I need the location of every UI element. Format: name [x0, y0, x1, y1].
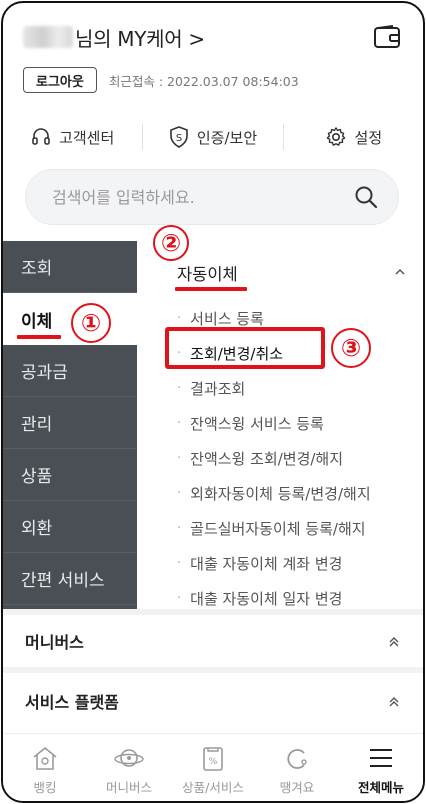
tab-banking[interactable]: 뱅킹 — [3, 734, 87, 801]
accordion-label: 머니버스 — [25, 633, 84, 652]
tab-label: 전체메뉴 — [357, 780, 404, 795]
bullet: · — [177, 416, 182, 431]
sidenav-item-management[interactable]: 관리 — [3, 397, 137, 449]
menu-icon — [370, 749, 392, 767]
tab-label: 머니버스 — [105, 780, 152, 795]
annotation-highlight-box — [165, 327, 325, 369]
submenu-item[interactable]: · 골드실버자동이체 등록/해지 — [177, 511, 423, 546]
blurred-user-name — [23, 26, 73, 48]
svg-text:S: S — [176, 133, 182, 144]
submenu-item-label: 결과조회 — [190, 380, 246, 398]
bullet: · — [177, 486, 182, 501]
security-label: 인증/보안 — [196, 128, 258, 147]
tab-delivery[interactable]: 땡겨요 — [255, 734, 339, 801]
chevron-up-icon[interactable] — [393, 265, 407, 279]
search-bar — [25, 169, 399, 225]
submenu-item-label: 외화자동이체 등록/변경/해지 — [190, 485, 371, 503]
sidenav-label: 외환 — [21, 519, 53, 539]
phone-frame: 님의 MY케어 > 로그아웃 최근접속 : 2022.03.07 08:54:0… — [1, 1, 425, 803]
submenu-item-label: 잔액스윙 조회/변경/해지 — [190, 450, 344, 468]
bullet: · — [177, 556, 182, 571]
search-icon[interactable] — [354, 185, 378, 209]
sidenav-label: 이체 — [21, 311, 53, 332]
headset-icon — [32, 128, 50, 145]
accordion-label: 서비스 플랫폼 — [25, 693, 119, 712]
double-chevron-up-icon — [389, 637, 399, 647]
quick-links: 고객센터 S 인증/보안 설정 — [3, 117, 423, 157]
wallet-icon[interactable] — [373, 25, 401, 49]
bullet: · — [177, 521, 182, 536]
annotation-step-3: ③ — [331, 328, 371, 368]
product-icon: % — [203, 747, 223, 771]
annotation-underline-transfer — [17, 335, 61, 339]
submenu-item-label: 대출 자동이체 일자 변경 — [190, 590, 343, 608]
accordion-service-platform[interactable]: 서비스 플랫폼 — [3, 675, 423, 727]
annotation-step-2: ② — [153, 225, 189, 261]
submenu-heading[interactable]: 자동이체 — [177, 261, 238, 285]
header: 님의 MY케어 > 로그아웃 최근접속 : 2022.03.07 08:54:0… — [3, 3, 423, 241]
submenu-item-label: 골드실버자동이체 등록/해지 — [190, 520, 366, 538]
customer-center-link[interactable]: 고객센터 — [3, 127, 142, 148]
sidenav-item-easy-service[interactable]: 간편 서비스 — [3, 553, 137, 605]
login-row: 로그아웃 최근접속 : 2022.03.07 08:54:03 — [23, 67, 299, 93]
my-care-title: 님의 MY케어 > — [75, 26, 205, 51]
sidenav-item-products[interactable]: 상품 — [3, 449, 137, 501]
sidenav-label: 상품 — [21, 467, 53, 487]
submenu-panel: 자동이체 · 서비스 등록 · 조회/변경/취소 · 결과조회 · 잔액스윙 서비스 등… — [137, 241, 423, 609]
submenu-item[interactable]: · 외화자동이체 등록/변경/해지 — [177, 476, 423, 511]
gear-icon — [326, 127, 345, 146]
security-link[interactable]: S 인증/보안 — [143, 126, 282, 148]
submenu-item[interactable]: · 잔액스윙 조회/변경/해지 — [177, 441, 423, 476]
annotation-step-1: ① — [71, 303, 111, 343]
sidenav-item-foreign-exchange[interactable]: 외환 — [3, 501, 137, 553]
tab-moneyverse[interactable]: 머니버스 — [87, 734, 171, 801]
tab-products[interactable]: % 상품/서비스 — [171, 734, 255, 801]
double-chevron-up-icon — [389, 697, 399, 707]
sidenav-label: 공과금 — [21, 363, 68, 383]
logout-button[interactable]: 로그아웃 — [23, 67, 97, 93]
submenu-item[interactable]: · 대출 자동이체 계좌 변경 — [177, 546, 423, 581]
accordion-moneyverse[interactable]: 머니버스 — [3, 615, 423, 667]
submenu-item[interactable]: · 잔액스윙 서비스 등록 — [177, 406, 423, 441]
annotation-underline-auto-transfer — [175, 287, 247, 291]
sidenav-label: 관리 — [21, 415, 53, 435]
tab-label: 뱅킹 — [33, 780, 57, 795]
settings-label: 설정 — [354, 128, 383, 147]
sidenav-item-utility-bills[interactable]: 공과금 — [3, 345, 137, 397]
my-care-link[interactable]: 님의 MY케어 > — [23, 21, 205, 53]
last-login-time: 최근접속 : 2022.03.07 08:54:03 — [108, 73, 299, 89]
bullet: · — [177, 381, 182, 396]
customer-center-label: 고객센터 — [59, 128, 115, 147]
shield-icon: S — [170, 126, 188, 148]
home-icon — [33, 746, 57, 770]
submenu-item[interactable]: · 결과조회 — [177, 371, 423, 406]
tab-all-menu[interactable]: 전체메뉴 — [339, 734, 423, 801]
bullet: · — [177, 591, 182, 606]
tab-label: 땡겨요 — [279, 780, 315, 795]
side-nav: 조회 이체 공과금 관리 상품 외환 간편 서비스 — [3, 241, 137, 609]
planet-icon — [114, 749, 144, 767]
svg-text:%: % — [209, 757, 218, 767]
delivery-icon — [287, 749, 307, 769]
sidenav-item-inquiry[interactable]: 조회 — [3, 241, 137, 293]
tab-label: 상품/서비스 — [182, 780, 244, 795]
submenu-item-label: 서비스 등록 — [190, 310, 264, 328]
section-divider — [3, 667, 423, 673]
bottom-tab-bar: 뱅킹 머니버스 % 상품/서비스 땡겨요 전체메뉴 — [3, 733, 423, 801]
submenu-item-label: 대출 자동이체 계좌 변경 — [190, 555, 343, 573]
sidenav-label: 조회 — [21, 259, 53, 279]
submenu-item-label: 잔액스윙 서비스 등록 — [190, 415, 324, 433]
bullet: · — [177, 311, 182, 326]
sidenav-label: 간편 서비스 — [21, 571, 105, 591]
settings-link[interactable]: 설정 — [284, 126, 423, 148]
search-input[interactable] — [52, 187, 354, 207]
bullet: · — [177, 451, 182, 466]
